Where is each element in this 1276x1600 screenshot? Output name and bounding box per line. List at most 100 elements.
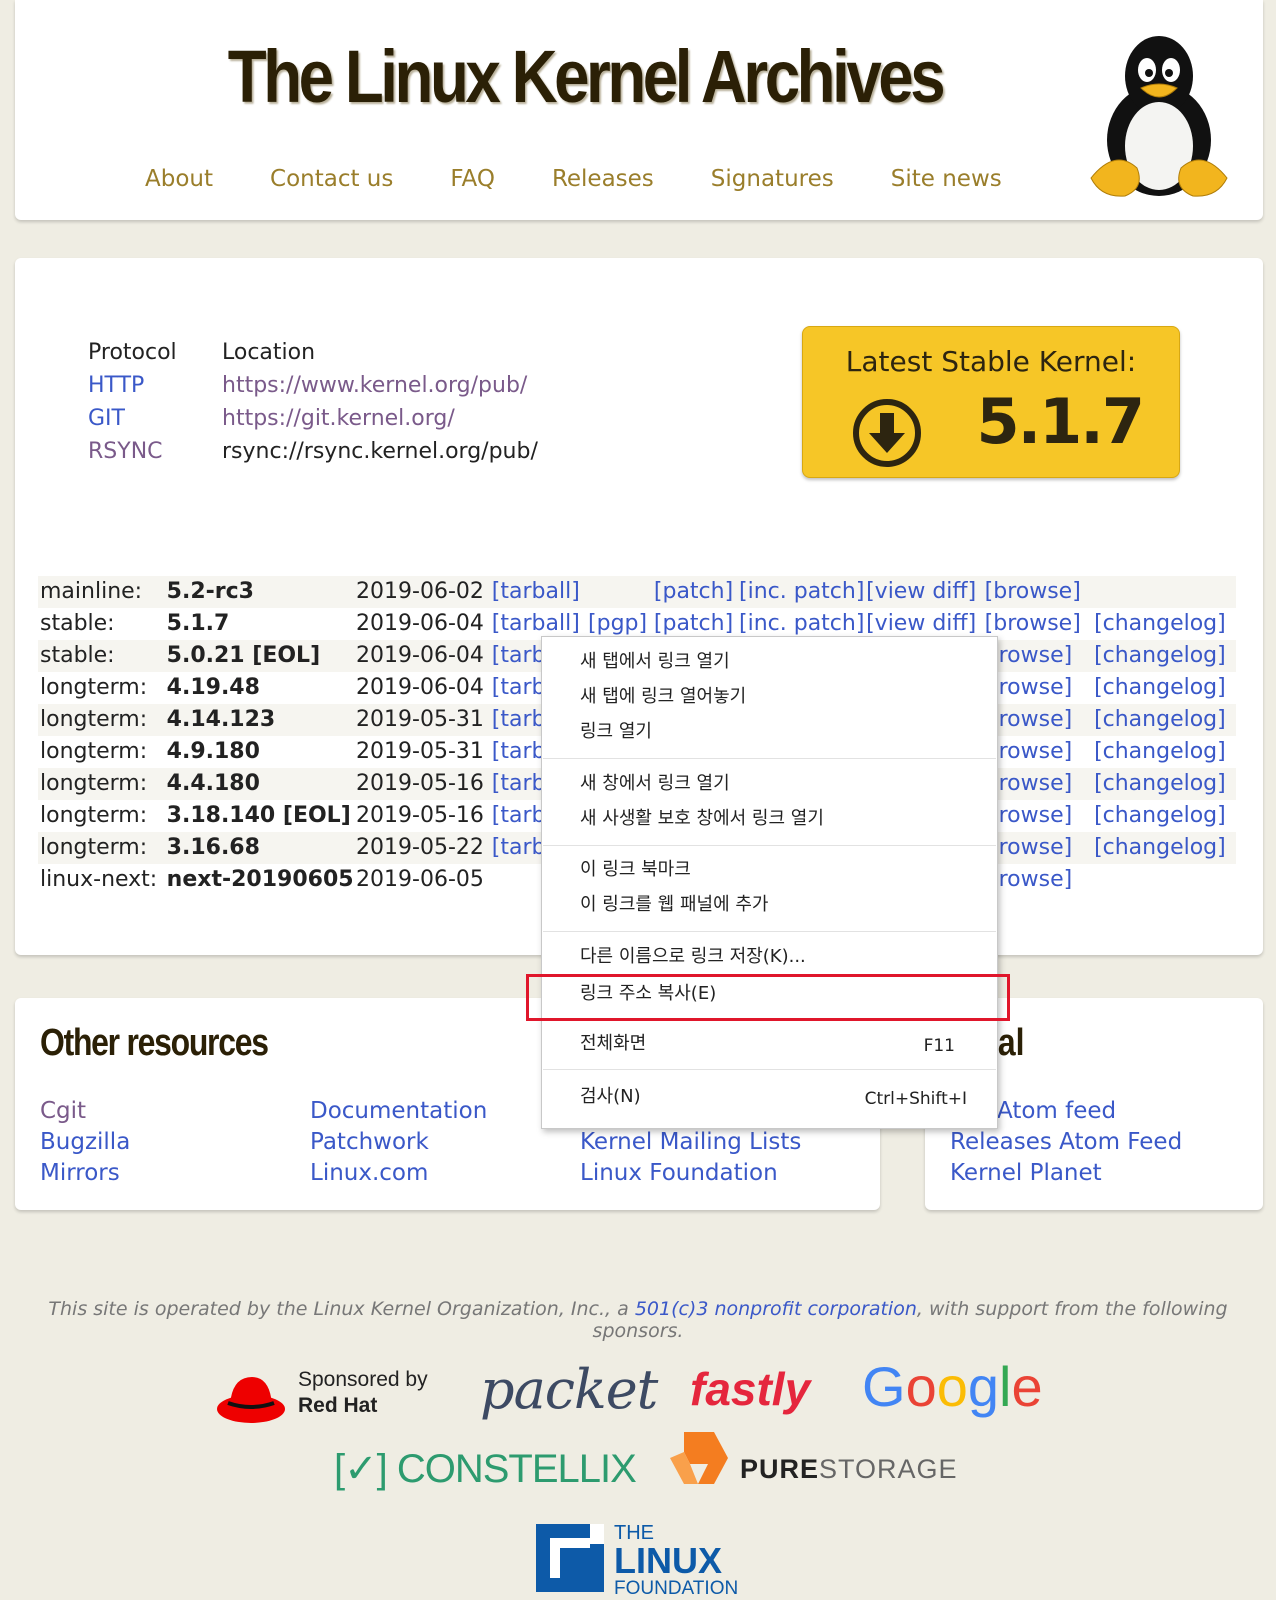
nonprofit-link[interactable]: 501(c)3 nonprofit corporation <box>635 1298 917 1320</box>
release-link-c1[interactable]: [tarball] <box>492 611 580 636</box>
release-cell-kind: longterm: <box>38 832 167 864</box>
sponsor-purestorage[interactable]: PURESTORAGE <box>668 1430 957 1490</box>
release-version: 3.16.68 <box>166 835 260 860</box>
link-linux-foundation[interactable]: Linux Foundation <box>580 1158 801 1189</box>
menu-open-in-private-window[interactable]: 새 사생활 보호 창에서 링크 열기 <box>580 802 824 836</box>
link-mirrors[interactable]: Mirrors <box>40 1158 130 1189</box>
menu-open-in-new-window[interactable]: 새 창에서 링크 열기 <box>580 767 730 801</box>
release-version: 5.1.7 <box>166 611 230 636</box>
link-patchwork[interactable]: Patchwork <box>310 1127 487 1158</box>
release-kind: stable: <box>40 611 115 636</box>
release-link-c4[interactable]: [inc. patch] <box>739 579 864 604</box>
linux-foundation-logo-icon <box>536 1524 604 1592</box>
release-cell-c5: [view diff] <box>866 576 985 608</box>
location-git[interactable]: https://git.kernel.org/ <box>222 406 455 431</box>
release-link-c5[interactable]: [view diff] <box>866 579 976 604</box>
release-cell-kind: linux-next: <box>38 864 167 896</box>
release-date: 2019-06-05 <box>356 867 484 892</box>
protocol-http[interactable]: HTTP <box>88 373 144 398</box>
nav-signatures[interactable]: Signatures <box>711 166 834 192</box>
nav-contact-us[interactable]: Contact us <box>270 166 393 192</box>
release-kind: mainline: <box>40 579 143 604</box>
release-date: 2019-06-04 <box>356 675 484 700</box>
release-cell-c6: browse] <box>984 704 1095 736</box>
location-http[interactable]: https://www.kernel.org/pub/ <box>222 373 527 398</box>
release-link-c7[interactable]: [changelog] <box>1094 675 1226 700</box>
menu-bookmark-link[interactable]: 이 링크 북마크 <box>580 853 691 887</box>
release-cell-date: 2019-05-16 <box>356 768 492 800</box>
release-cell-version: 4.4.180 <box>166 768 357 800</box>
menu-save-link-as[interactable]: 다른 이름으로 링크 저장(K)... <box>580 940 806 974</box>
sponsor-fastly[interactable]: fastly <box>690 1362 810 1416</box>
release-version: next-20190605 <box>166 867 354 892</box>
release-cell-date: 2019-05-16 <box>356 800 492 832</box>
release-cell-c2 <box>588 576 654 608</box>
inspect-shortcut: Ctrl+Shift+I <box>864 1089 967 1109</box>
release-link-c7[interactable]: [changelog] <box>1094 771 1226 796</box>
sponsor-linux-foundation[interactable]: THE LINUX FOUNDATION <box>536 1522 756 1599</box>
release-cell-c4: [inc. patch] <box>739 576 867 608</box>
sponsor-redhat[interactable]: Sponsored by Red Hat <box>216 1367 446 1427</box>
release-link-c7[interactable]: [changelog] <box>1094 643 1226 668</box>
release-kind: longterm: <box>40 835 148 860</box>
nav-faq[interactable]: FAQ <box>450 166 495 192</box>
release-cell-kind: longterm: <box>38 736 167 768</box>
download-arrow-icon <box>853 399 921 467</box>
latest-stable-kernel-button[interactable]: Latest Stable Kernel: 5.1.7 <box>802 326 1180 478</box>
menu-fullscreen[interactable]: 전체화면 <box>580 1027 646 1061</box>
google-letter-6: e <box>1011 1355 1043 1418</box>
site-title[interactable]: The Linux Kernel Archives <box>95 34 1075 119</box>
footer-note: This site is operated by the Linux Kerne… <box>0 1298 1276 1342</box>
release-cell-kind: stable: <box>38 640 167 672</box>
nav-site-news[interactable]: Site news <box>891 166 1002 192</box>
release-link-c6[interactable]: [browse] <box>985 579 1081 604</box>
release-cell-version: 5.2-rc3 <box>166 576 357 608</box>
menu-inspect[interactable]: 검사(N) <box>580 1080 641 1114</box>
sponsor-constellix[interactable]: [✓] CONSTELLIX <box>334 1446 637 1492</box>
nav-about[interactable]: About <box>145 166 213 192</box>
release-link-c4[interactable]: [inc. patch] <box>739 611 864 636</box>
link-cgit[interactable]: Cgit <box>40 1096 130 1127</box>
link-releases-atom-feed[interactable]: Releases Atom Feed <box>950 1127 1182 1158</box>
release-cell-version: 4.9.180 <box>167 736 356 768</box>
release-link-c7[interactable]: [changelog] <box>1094 611 1226 636</box>
release-link-c7[interactable]: [changelog] <box>1094 835 1226 860</box>
release-link-c2[interactable]: [pgp] <box>588 611 647 636</box>
release-link-c6[interactable]: [browse] <box>985 611 1081 636</box>
release-cell-version: 4.14.123 <box>166 704 357 736</box>
release-cell-c6: browse] <box>985 800 1094 832</box>
protocol-rsync[interactable]: RSYNC <box>88 439 163 464</box>
nav-releases[interactable]: Releases <box>552 166 654 192</box>
highlight-box <box>526 974 1010 1021</box>
menu-add-to-web-panel[interactable]: 이 링크를 웹 패널에 추가 <box>580 888 769 922</box>
context-menu: 새 탭에서 링크 열기 새 탭에 링크 열어놓기 링크 열기 새 창에서 링크 … <box>541 636 998 1129</box>
menu-open-in-new-tab[interactable]: 새 탭에서 링크 열기 <box>580 645 730 679</box>
sponsor-packet[interactable]: packet <box>480 1358 658 1421</box>
menu-separator <box>543 1069 996 1070</box>
stable-version: 5.1.7 <box>976 385 1145 458</box>
release-link-c7[interactable]: [changelog] <box>1094 803 1226 828</box>
link-kernel-planet[interactable]: Kernel Planet <box>950 1158 1182 1189</box>
menu-open-in-background-tab[interactable]: 새 탭에 링크 열어놓기 <box>580 680 746 714</box>
link-linux-com[interactable]: Linux.com <box>310 1158 487 1189</box>
sponsor-google[interactable]: Google <box>862 1354 1043 1419</box>
release-link-c7[interactable]: [changelog] <box>1094 707 1226 732</box>
menu-open-link[interactable]: 링크 열기 <box>580 715 652 749</box>
release-cell-c3: [patch] <box>653 576 740 608</box>
release-link-c7[interactable]: [changelog] <box>1094 739 1226 764</box>
other-resources-title: Other resources <box>40 1022 269 1064</box>
link-documentation[interactable]: Documentation <box>310 1096 487 1127</box>
protocol-git[interactable]: GIT <box>88 406 125 431</box>
release-link-c1[interactable]: [tarball] <box>492 579 580 604</box>
release-cell-c6: browse] <box>985 864 1094 896</box>
release-link-c5[interactable]: [view diff] <box>866 611 976 636</box>
link-bugzilla[interactable]: Bugzilla <box>40 1127 130 1158</box>
release-cell-kind: longterm: <box>38 704 167 736</box>
main-nav: About Contact us FAQ Releases Signatures… <box>145 166 1059 192</box>
release-cell-kind: mainline: <box>38 576 167 608</box>
release-link-c3[interactable]: [patch] <box>654 579 733 604</box>
release-cell-kind: stable: <box>38 608 167 640</box>
release-cell-c7: [changelog] <box>1094 608 1236 640</box>
link-kernel-mailing-lists[interactable]: Kernel Mailing Lists <box>580 1127 801 1158</box>
release-link-c3[interactable]: [patch] <box>654 611 733 636</box>
